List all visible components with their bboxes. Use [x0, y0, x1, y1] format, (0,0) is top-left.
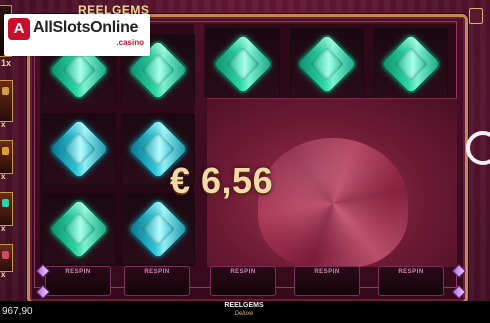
red-gem-icon	[2, 251, 9, 259]
reel-cell	[121, 193, 195, 265]
brand-name: REELGEMS	[224, 302, 264, 309]
respin-button[interactable]: RESPIN	[124, 266, 190, 296]
multiplier-label: x	[1, 270, 6, 279]
gold-gem-icon	[2, 87, 9, 95]
menu-icon[interactable]	[469, 8, 483, 24]
respin-label: RESPIN	[144, 269, 170, 275]
watermark-subtext: .casino	[116, 38, 144, 47]
orange-gem-icon	[2, 147, 9, 155]
multiplier-label: x	[1, 172, 6, 181]
brand-subtitle: Deluxe	[234, 311, 254, 317]
emerald-gem-icon	[49, 199, 109, 259]
multiplier-chip	[0, 80, 13, 122]
respin-label: RESPIN	[230, 269, 256, 275]
respin-button[interactable]: RESPIN	[378, 266, 444, 296]
reel-cell	[206, 28, 280, 100]
respin-label: RESPIN	[398, 269, 424, 275]
emerald-gem-icon	[128, 199, 188, 259]
multiplier-label: x	[1, 120, 6, 129]
respin-label: RESPIN	[65, 269, 91, 275]
reel-cell	[42, 113, 116, 185]
watermark-badge: A	[8, 18, 30, 40]
balance-value: 967,90	[2, 306, 33, 317]
multiplier-chip	[0, 140, 13, 174]
multiplier-label: x	[1, 224, 6, 233]
multiplier-label: 1x	[1, 58, 12, 68]
reel-cell	[42, 193, 116, 265]
brand-logo: REELGEMS Deluxe	[214, 302, 274, 318]
ruby-gem-icon	[258, 138, 408, 268]
emerald-gem-icon	[297, 34, 357, 94]
respin-button[interactable]: RESPIN	[210, 266, 276, 296]
respin-label: RESPIN	[314, 269, 340, 275]
watermark-text: AllSlotsOnline	[33, 19, 139, 36]
emerald-gem-icon	[213, 34, 273, 94]
watermark-logo: A AllSlotsOnline .casino	[4, 14, 150, 56]
multiplier-chip	[0, 192, 13, 226]
reel-cell	[290, 28, 364, 100]
emerald-gem-icon	[49, 119, 109, 179]
respin-button[interactable]: RESPIN	[45, 266, 111, 296]
respin-button[interactable]: RESPIN	[294, 266, 360, 296]
multiplier-chip	[0, 244, 13, 272]
reel-cell	[374, 28, 448, 100]
win-amount: € 6,56	[170, 160, 274, 201]
emerald-gem-icon	[381, 34, 441, 94]
green-gem-icon	[2, 199, 9, 207]
